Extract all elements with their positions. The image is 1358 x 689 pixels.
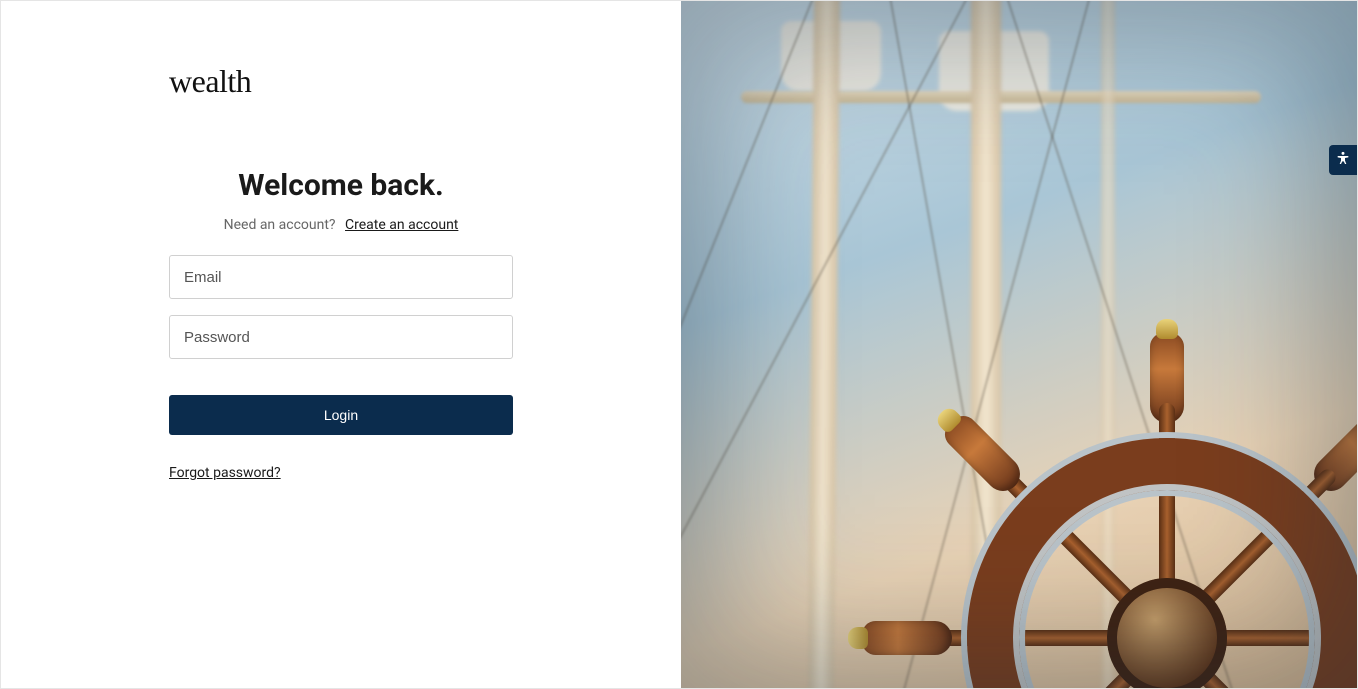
need-account-text: Need an account? xyxy=(224,217,336,233)
password-field[interactable] xyxy=(169,315,513,359)
accessibility-person-icon xyxy=(1335,150,1351,170)
login-button[interactable]: Login xyxy=(169,395,513,435)
accessibility-widget-button[interactable] xyxy=(1329,145,1357,175)
login-panel: wealth Welcome back. Need an account? Cr… xyxy=(1,1,681,688)
signup-prompt: Need an account? Create an account xyxy=(169,217,513,233)
create-account-link[interactable]: Create an account xyxy=(345,217,458,233)
logo-container: wealth xyxy=(169,63,513,100)
forgot-password-link[interactable]: Forgot password? xyxy=(169,465,281,481)
brand-logo: wealth xyxy=(169,63,513,100)
email-field[interactable] xyxy=(169,255,513,299)
hero-image xyxy=(681,1,1357,688)
hero-decoration xyxy=(808,1,840,688)
ship-wheel-graphic xyxy=(857,328,1357,688)
login-form: Welcome back. Need an account? Create an… xyxy=(169,168,513,481)
page-title: Welcome back. xyxy=(169,168,513,203)
